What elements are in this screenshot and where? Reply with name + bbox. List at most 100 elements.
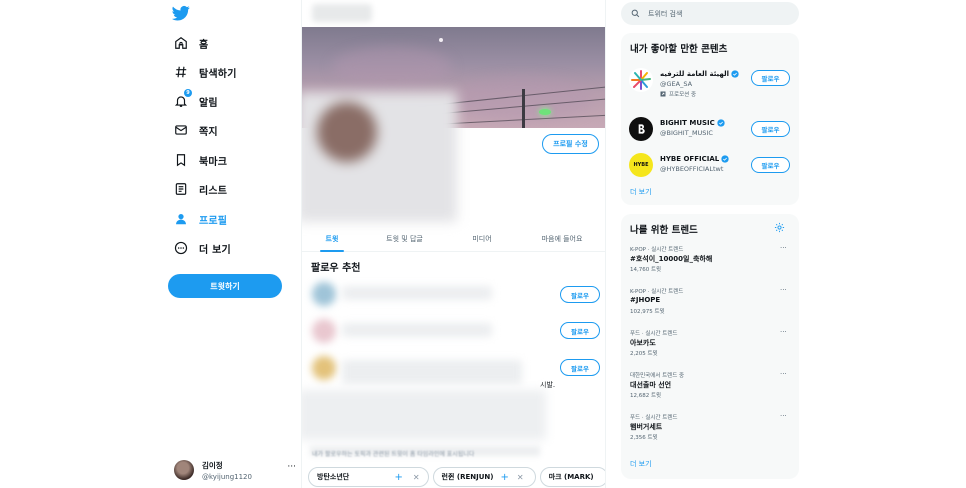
blurred-user-info	[342, 323, 492, 337]
trend-menu-icon[interactable]: ···	[780, 370, 787, 378]
avatar	[629, 68, 653, 92]
list-item[interactable]: 팔로우	[302, 350, 605, 386]
tweet-button[interactable]: 트윗하기	[168, 274, 282, 298]
mail-icon	[174, 123, 188, 137]
trend-menu-icon[interactable]: ···	[780, 244, 787, 252]
trend-item[interactable]: 푸드 · 실시간 트렌드 아보카도 2,205 트윗 ···	[621, 328, 799, 369]
follow-button[interactable]: 팔로우	[751, 70, 790, 86]
bookmark-icon	[174, 153, 188, 167]
trend-item[interactable]: K-POP · 실시간 트렌드 #JHOPE 102,975 트윗 ···	[621, 286, 799, 327]
bell-icon: 9	[174, 89, 192, 108]
trend-item[interactable]: 대한민국에서 트렌드 중 대선출마 선언 12,682 트윗 ···	[621, 370, 799, 411]
follow-button[interactable]: 팔로우	[560, 286, 600, 303]
trend-menu-icon[interactable]: ···	[780, 412, 787, 420]
banner-lamp	[539, 109, 551, 115]
trend-count: 14,760 트윗	[630, 267, 662, 273]
nav-bookmarks[interactable]: 북마크	[174, 149, 227, 171]
twitter-profile-page: 홈 탐색하기 9 알림 쪽지 북마크 리스트 프로필 더 보기 트윗하기 김이정…	[0, 0, 966, 488]
bio-tail-text: 시발.	[540, 381, 556, 389]
topic-chip[interactable]: 런쥔 (RENJUN) + ✕	[432, 467, 536, 487]
show-more-link[interactable]: 더 보기	[630, 187, 652, 197]
trend-context: 푸드 · 실시간 트렌드	[630, 331, 678, 337]
nav-profile[interactable]: 프로필	[174, 208, 227, 230]
add-topic-icon[interactable]: +	[394, 472, 402, 483]
topic-chip-label: 런쥔 (RENJUN)	[441, 473, 494, 481]
add-topic-icon[interactable]: +	[500, 472, 508, 483]
avatar	[629, 117, 653, 141]
account-name: الهيئة العامة للترفيه	[660, 70, 739, 78]
trend-name: #호석이_10000일_축하해	[630, 255, 713, 263]
trend-name: 아보카도	[630, 339, 656, 347]
search-input[interactable]: 트위터 검색	[621, 2, 799, 25]
tab-tweets[interactable]: 트윗	[302, 226, 362, 251]
promoted-label: 프로모션 중	[660, 90, 696, 98]
edit-profile-button[interactable]: 프로필 수정	[542, 134, 599, 154]
nav-more-label: 더 보기	[199, 244, 231, 256]
blurred-section	[302, 390, 546, 440]
notification-badge: 9	[184, 89, 192, 97]
trend-menu-icon[interactable]: ···	[780, 328, 787, 336]
dismiss-topic-icon[interactable]: ✕	[413, 473, 420, 482]
topic-chips: 방탄소년단 + ✕ 런쥔 (RENJUN) + ✕ 마크 (MARK)	[308, 467, 605, 487]
account-switcher[interactable]: 김이정 @kyijung1120 ···	[174, 458, 296, 482]
nav-home-label: 홈	[199, 39, 209, 51]
account-name: BIGHIT MUSIC	[660, 119, 725, 127]
promoted-icon	[660, 91, 666, 97]
nav-lists[interactable]: 리스트	[174, 178, 227, 200]
topic-chip[interactable]: 방탄소년단 + ✕	[308, 467, 429, 487]
trend-count: 2,205 트윗	[630, 351, 658, 357]
twitter-logo-icon[interactable]	[172, 4, 190, 22]
list-item[interactable]: 팔로우	[302, 276, 605, 312]
dismiss-topic-icon[interactable]: ✕	[517, 473, 524, 482]
topic-chip[interactable]: 마크 (MARK)	[539, 467, 605, 487]
account-handle: @kyijung1120	[202, 472, 252, 481]
avatar	[312, 282, 336, 306]
trend-name: 대선출마 선언	[630, 381, 672, 389]
trend-name: 햄버거세트	[630, 423, 663, 431]
profile-header-bar	[302, 0, 605, 27]
account-name: HYBE OFFICIAL	[660, 155, 729, 163]
blurred-user-info	[342, 286, 492, 300]
tab-likes[interactable]: 마음에 들어요	[517, 226, 605, 251]
nav-home[interactable]: 홈	[174, 32, 208, 54]
follow-button[interactable]: 팔로우	[560, 359, 600, 376]
nav-notifications-label: 알림	[199, 97, 218, 109]
nav-lists-label: 리스트	[199, 185, 228, 197]
nav-notifications[interactable]: 9 알림	[174, 89, 218, 112]
tab-tweets-replies[interactable]: 트윗 및 답글	[362, 226, 447, 251]
topic-chip-label: 방탄소년단	[317, 473, 350, 481]
nav-messages[interactable]: 쪽지	[174, 119, 218, 141]
list-item[interactable]: الهيئة العامة للترفيه @GEA_SA 프로모션 중 팔로우	[621, 63, 799, 99]
follow-button[interactable]: 팔로우	[751, 157, 790, 173]
tab-media[interactable]: 미디어	[447, 226, 517, 251]
list-item[interactable]: HYBE HYBE OFFICIAL @HYBEOFFICIALtwt 팔로우	[621, 148, 799, 184]
avatar: HYBE	[629, 153, 653, 177]
gear-icon[interactable]	[774, 222, 785, 233]
trend-context: 푸드 · 실시간 트렌드	[630, 415, 678, 421]
profile-tabs: 트윗 트윗 및 답글 미디어 마음에 들어요	[302, 226, 605, 252]
list-item[interactable]: BIGHIT MUSIC @BIGHIT_MUSIC 팔로우	[621, 112, 799, 148]
trend-item[interactable]: K-POP · 실시간 트렌드 #호석이_10000일_축하해 14,760 트…	[621, 244, 799, 285]
blurred-user-info	[342, 360, 522, 384]
avatar	[174, 460, 194, 480]
follow-button[interactable]: 팔로우	[751, 121, 790, 137]
follow-button[interactable]: 팔로우	[560, 322, 600, 339]
left-navigation: 홈 탐색하기 9 알림 쪽지 북마크 리스트 프로필 더 보기 트윗하기 김이정…	[160, 0, 300, 488]
trend-count: 12,682 트윗	[630, 393, 662, 399]
show-more-link[interactable]: 더 보기	[630, 459, 652, 469]
nav-more[interactable]: 더 보기	[174, 237, 231, 259]
nav-explore[interactable]: 탐색하기	[174, 61, 237, 83]
account-handle: @HYBEOFFICIALtwt	[660, 165, 724, 173]
blurred-profile-info	[302, 92, 457, 222]
list-item[interactable]: 팔로우	[302, 313, 605, 349]
trend-count: 102,975 트윗	[630, 309, 665, 315]
trend-menu-icon[interactable]: ···	[780, 286, 787, 294]
more-icon	[174, 241, 188, 255]
hashtag-icon	[174, 65, 188, 79]
verified-icon	[721, 155, 729, 163]
trend-count: 2,356 트윗	[630, 435, 658, 441]
trend-item[interactable]: 푸드 · 실시간 트렌드 햄버거세트 2,356 트윗 ···	[621, 412, 799, 453]
nav-messages-label: 쪽지	[199, 126, 218, 138]
banner-pole	[522, 89, 525, 128]
who-to-follow-card: 내가 좋아할 만한 콘텐츠 الهيئة العامة للترفيه @GEA…	[621, 33, 799, 205]
